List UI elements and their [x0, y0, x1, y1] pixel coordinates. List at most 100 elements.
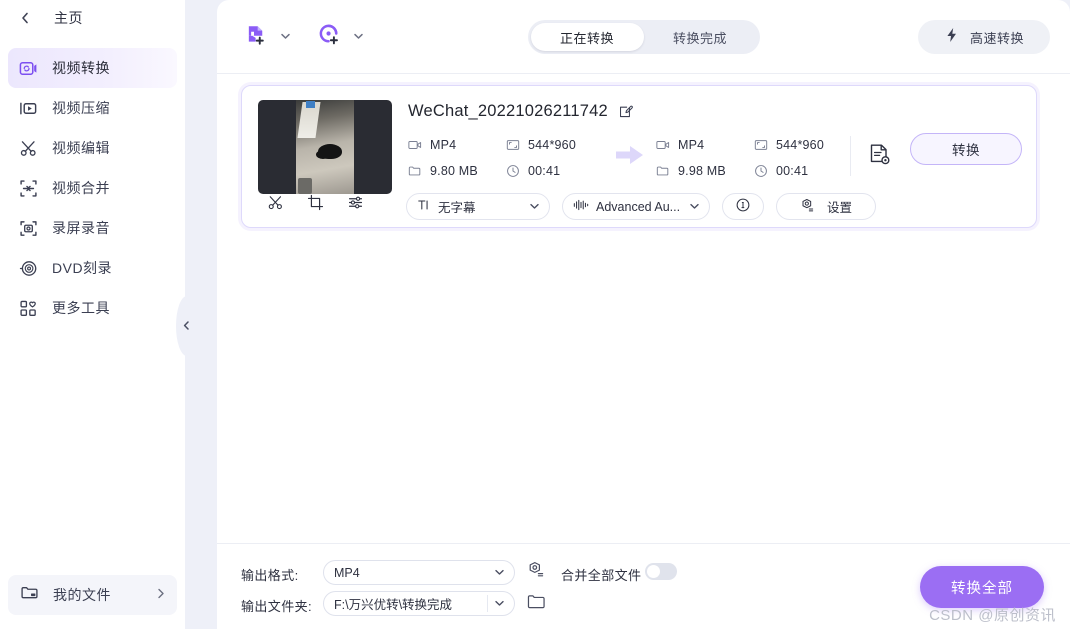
file-settings-icon[interactable] — [867, 142, 893, 173]
info-button[interactable] — [722, 193, 764, 220]
effects-icon — [347, 194, 364, 216]
more-tools-icon — [18, 298, 38, 318]
content-panel: 正在转换 转换完成 高速转换 WeChat_20221026211742 MP4… — [217, 0, 1070, 629]
add-disc-icon — [318, 23, 341, 51]
sidebar-item-label: 录屏录音 — [52, 220, 110, 236]
add-file-button[interactable] — [239, 20, 273, 54]
output-folder-select[interactable]: F:\万兴优转\转换完成 — [323, 591, 515, 616]
tab-completed[interactable]: 转换完成 — [644, 23, 757, 51]
target-size-value: 9.98 MB — [678, 164, 726, 178]
watermark: CSDN @原创资讯 — [929, 607, 1056, 624]
home-label: 主页 — [54, 10, 83, 26]
resolution-icon — [506, 140, 520, 150]
file-list: WeChat_20221026211742 MP4 544*960 9.80 M… — [217, 74, 1070, 543]
edit-pencil-icon[interactable] — [618, 104, 633, 119]
clock-icon — [507, 165, 519, 177]
resolution-icon — [754, 140, 768, 150]
merge-icon — [18, 178, 38, 198]
video-compress-icon — [18, 98, 38, 118]
folder-open-icon[interactable] — [527, 593, 546, 615]
sidebar-item-label: 视频编辑 — [52, 140, 110, 156]
target-duration: 00:41 — [754, 164, 824, 178]
sidebar-item-video-merge[interactable]: 视频合并 — [8, 168, 177, 208]
format-settings-icon[interactable] — [527, 561, 545, 584]
gear-icon — [800, 198, 815, 216]
scissors-icon — [18, 138, 38, 158]
sidebar-item-dvd-burn[interactable]: DVD刻录 — [8, 248, 177, 288]
subtitle-icon — [417, 198, 431, 215]
settings-button[interactable]: 设置 — [776, 193, 876, 220]
output-folder-label: 输出文件夹: — [241, 599, 313, 614]
subtitle-select[interactable]: 无字幕 — [406, 193, 550, 220]
convert-button[interactable]: 转换 — [910, 133, 1022, 165]
add-file-caret[interactable] — [275, 32, 296, 42]
sidebar-item-video-convert[interactable]: 视频转换 — [8, 48, 177, 88]
chevron-down-icon — [495, 599, 504, 609]
trim-tool-button[interactable] — [258, 191, 292, 219]
subtitle-select-value: 无字幕 — [438, 201, 476, 215]
sidebar-item-record-screen[interactable]: 录屏录音 — [8, 208, 177, 248]
file-tools — [258, 191, 372, 219]
target-size: 9.98 MB — [656, 164, 754, 178]
sidebar-item-label: DVD刻录 — [52, 260, 113, 276]
add-disc-caret[interactable] — [348, 32, 369, 42]
add-disc-button[interactable] — [312, 20, 346, 54]
info-icon — [735, 197, 751, 216]
target-format: MP4 — [656, 138, 754, 152]
sidebar-collapse-button[interactable] — [178, 305, 194, 347]
file-row[interactable]: WeChat_20221026211742 MP4 544*960 9.80 M… — [241, 85, 1037, 228]
sidebar-item-video-edit[interactable]: 视频编辑 — [8, 128, 177, 168]
sidebar-footer: 我的文件 — [0, 575, 185, 629]
crop-tool-button[interactable] — [298, 191, 332, 219]
high-speed-label: 高速转换 — [969, 30, 1024, 46]
chevron-down-icon — [495, 568, 504, 578]
output-format-value: MP4 — [334, 565, 360, 580]
disc-icon — [18, 258, 38, 278]
add-buttons-group — [239, 20, 369, 54]
arrow-right-icon — [616, 144, 646, 171]
crop-icon — [307, 194, 324, 216]
target-resolution-value: 544*960 — [776, 138, 824, 152]
source-format-value: MP4 — [430, 138, 457, 152]
home-row[interactable]: 主页 — [0, 0, 185, 36]
source-meta: MP4 544*960 9.80 MB 00:41 — [408, 138, 576, 178]
video-convert-icon — [18, 58, 38, 78]
thumbnail-detail — [306, 101, 315, 108]
target-format-value: MP4 — [678, 138, 705, 152]
video-camera-icon — [408, 141, 422, 149]
merge-all-toggle[interactable] — [645, 563, 677, 580]
chevron-down-icon — [530, 202, 539, 212]
output-format-select[interactable]: MP4 — [323, 560, 515, 585]
sidebar-item-label: 我的文件 — [53, 587, 111, 603]
chevron-left-icon[interactable] — [14, 7, 36, 29]
file-options: 无字幕 Advanced Au... 设置 — [406, 193, 876, 220]
toggle-knob — [647, 565, 660, 578]
folder-icon — [408, 166, 421, 176]
tab-converting[interactable]: 正在转换 — [530, 23, 644, 51]
audio-select[interactable]: Advanced Au... — [562, 193, 710, 220]
convert-all-button[interactable]: 转换全部 — [920, 566, 1044, 608]
sidebar-nav: 视频转换 视频压缩 视频编辑 视频合并 录屏录音 DVD刻录 更多工具 — [0, 48, 185, 328]
output-format-label: 输出格式: — [241, 568, 299, 583]
target-duration-value: 00:41 — [776, 164, 809, 178]
thumbnail-detail — [316, 150, 330, 159]
effects-tool-button[interactable] — [338, 191, 372, 219]
target-resolution: 544*960 — [754, 138, 824, 152]
source-format: MP4 — [408, 138, 506, 152]
scissors-icon — [267, 194, 284, 216]
source-resolution: 544*960 — [506, 138, 576, 152]
sidebar-item-my-files[interactable]: 我的文件 — [8, 575, 177, 615]
source-duration: 00:41 — [506, 164, 576, 178]
folder-icon — [20, 583, 39, 607]
high-speed-convert-button[interactable]: 高速转换 — [917, 20, 1050, 54]
file-name-row: WeChat_20221026211742 — [408, 102, 633, 121]
app-window: 主页 视频转换 视频压缩 视频编辑 视频合并 录屏录音 DVD刻录 更多工具 我… — [0, 0, 1070, 629]
lightning-icon — [944, 27, 960, 48]
file-name: WeChat_20221026211742 — [408, 102, 608, 120]
sidebar-item-more-tools[interactable]: 更多工具 — [8, 288, 177, 328]
sidebar-item-video-compress[interactable]: 视频压缩 — [8, 88, 177, 128]
source-size-value: 9.80 MB — [430, 164, 478, 178]
add-file-icon — [245, 23, 268, 51]
source-duration-value: 00:41 — [528, 164, 561, 178]
main-area: 正在转换 转换完成 高速转换 WeChat_20221026211742 MP4… — [185, 0, 1070, 629]
